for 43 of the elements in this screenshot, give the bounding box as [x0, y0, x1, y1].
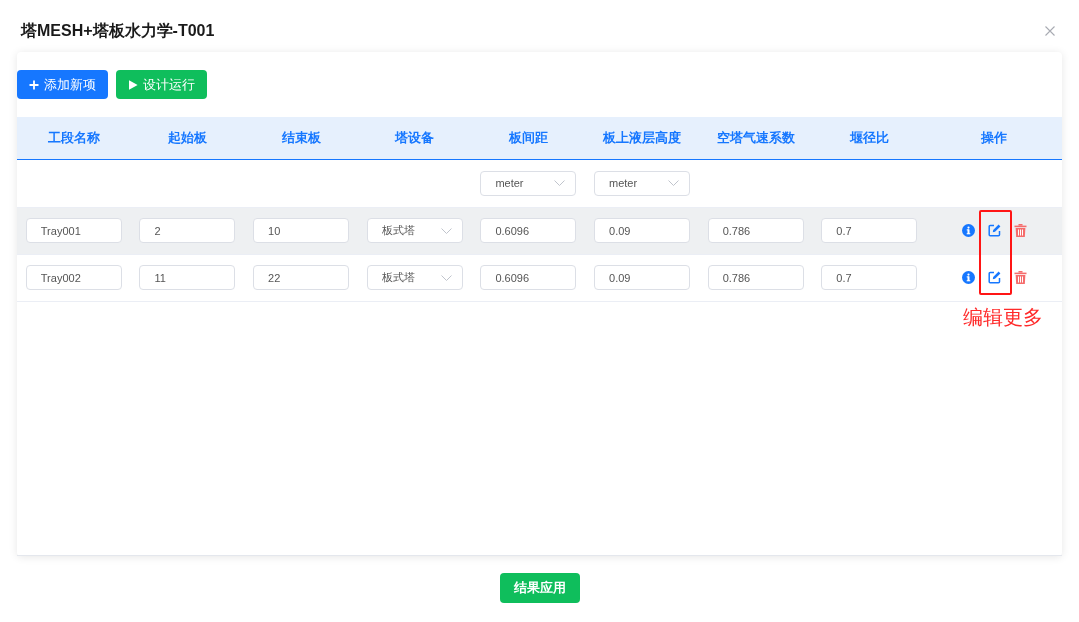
text-field[interactable]: 0.786 [707, 265, 804, 291]
column-header: 空塔气速系数 [698, 117, 813, 159]
close-icon[interactable] [1045, 26, 1055, 36]
tower-type-select[interactable]: 板式塔 [366, 265, 463, 291]
plus-icon [29, 79, 39, 90]
text-field[interactable]: 10 [253, 218, 350, 244]
text-field[interactable]: 0.6096 [480, 265, 577, 291]
chevron-down-icon [440, 274, 452, 281]
unit-select[interactable]: meter [480, 170, 577, 196]
info-icon[interactable] [961, 271, 975, 284]
column-header: 堰径比 [812, 117, 927, 159]
add-button[interactable]: 添加新项 [17, 70, 108, 99]
column-header: 板间距 [471, 117, 586, 159]
info-icon[interactable] [961, 224, 975, 237]
edit-icon[interactable] [987, 271, 1001, 284]
column-header: 板上液层高度 [585, 117, 699, 159]
trash-icon[interactable] [1013, 224, 1027, 237]
annotation-text: 编辑更多 [962, 305, 1043, 330]
text-field[interactable]: 0.7 [821, 265, 918, 291]
unit-select[interactable]: meter [594, 170, 690, 196]
text-field[interactable]: 0.09 [594, 218, 690, 244]
column-header: 工段名称 [17, 117, 131, 159]
text-field[interactable]: 0.09 [594, 265, 690, 291]
text-field[interactable]: 0.7 [821, 218, 918, 244]
text-field[interactable]: Tray001 [25, 218, 122, 244]
chevron-down-icon [440, 227, 452, 234]
tower-type-select[interactable]: 板式塔 [366, 218, 463, 244]
chevron-down-icon [668, 180, 679, 187]
column-header: 结束板 [244, 117, 358, 159]
text-field[interactable]: 22 [253, 265, 350, 291]
text-field[interactable]: 2 [139, 218, 236, 244]
text-field[interactable]: 0.786 [707, 218, 804, 244]
play-icon [128, 79, 138, 90]
text-field[interactable]: 0.6096 [480, 218, 577, 244]
text-field[interactable]: 11 [139, 265, 236, 291]
edit-icon[interactable] [987, 224, 1001, 237]
dialog-title: 塔MESH+塔板水力学-T001 [21, 21, 215, 41]
trash-icon[interactable] [1013, 271, 1027, 284]
chevron-down-icon [554, 180, 566, 187]
text-field[interactable]: Tray002 [25, 265, 122, 291]
column-header: 操作 [926, 117, 1062, 159]
column-header: 塔设备 [357, 117, 472, 159]
column-header: 起始板 [130, 117, 245, 159]
